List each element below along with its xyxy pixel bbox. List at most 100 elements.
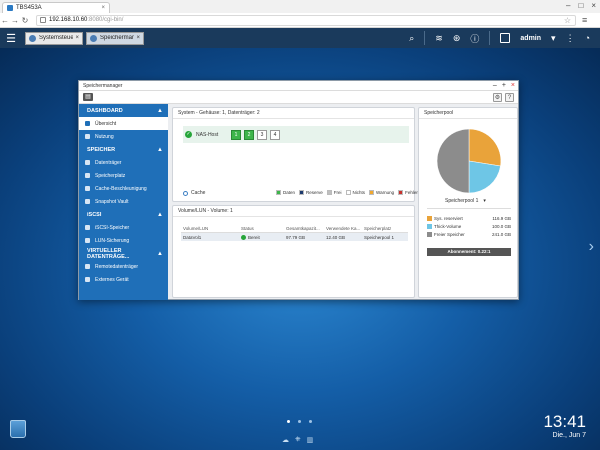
sidebar-item-iscsi-storage[interactable]: iSCSI-Speicher [79, 221, 168, 234]
chevron-up-icon[interactable]: ▲ [157, 212, 163, 218]
cache-icon [85, 186, 90, 191]
browser-menu-icon[interactable]: ≡ [582, 15, 587, 25]
page-dot[interactable] [287, 420, 290, 423]
user-caret-icon[interactable]: ▾ [551, 33, 556, 44]
disk-bay[interactable]: 4 [270, 129, 280, 140]
storage-pool-panel: Speicherpool Speicherpool 1 ▾ Sys. reser… [418, 107, 518, 298]
book-icon[interactable]: ▥ [307, 436, 314, 444]
storage-manager-icon [90, 34, 97, 42]
divider [489, 31, 491, 45]
sidebar-section-dashboard[interactable]: DASHBOARD ▲ [79, 104, 168, 117]
host-label: NAS-Host [196, 131, 219, 138]
nas-host-row[interactable]: ✓ NAS-Host 1 2 3 4 [183, 126, 409, 143]
pool-legend-row: Sys. reserviert 116.9 GB [427, 214, 511, 222]
window-titlebar[interactable]: Speichermanager – + × [79, 81, 518, 91]
app-tab-control-panel[interactable]: Systemsteuerun... × [25, 31, 83, 45]
pool-selector[interactable]: Speicherpool 1 ▾ [445, 198, 486, 204]
main-menu-icon[interactable]: ☰ [0, 32, 22, 45]
disk-icon [85, 160, 90, 165]
chevron-up-icon[interactable]: ▲ [157, 251, 163, 257]
minimize-icon[interactable]: – [566, 1, 570, 10]
dashboard-icon[interactable]: ◔ [585, 33, 590, 43]
forward-icon[interactable]: → [10, 16, 20, 25]
disk-bay[interactable]: 3 [257, 129, 267, 140]
sidebar-item-storage-space[interactable]: Speicherplatz [79, 169, 168, 182]
toolbar-menu-icon[interactable]: ▤ [83, 93, 93, 101]
maximize-icon[interactable]: □ [578, 1, 583, 10]
sidebar-section-iscsi[interactable]: iSCSI ▲ [79, 208, 168, 221]
cache-row[interactable]: Cache [183, 190, 205, 196]
browser-tab[interactable]: TBS453A × [2, 2, 110, 13]
column-header[interactable]: Gesamtkapazit... [286, 226, 326, 231]
background-tasks-icon[interactable]: ≋ [435, 33, 443, 44]
close-icon[interactable]: × [136, 35, 140, 41]
bookmark-star-icon[interactable]: ☆ [564, 16, 571, 25]
sidebar-section-virtual-disks[interactable]: VIRTUELLER DATENTRÄGE... ▲ [79, 247, 168, 260]
maximize-icon[interactable]: + [502, 82, 506, 89]
sidebar-item-snapshot-vault[interactable]: Snapshot Vault [79, 195, 168, 208]
subscription-status: Abonnement: 0.22:1 [427, 248, 511, 256]
url-path: :8080/cgi-bin/ [87, 17, 124, 23]
sidebar-section-storage[interactable]: SPEICHER ▲ [79, 143, 168, 156]
myqnapcloud-icon[interactable]: ⊛ [453, 33, 461, 44]
user-avatar-icon[interactable] [500, 33, 511, 43]
overview-icon [85, 121, 90, 126]
column-header[interactable]: Speicherplatz [364, 226, 408, 231]
sidebar-item-label: Nutzung [95, 133, 114, 140]
reload-icon[interactable]: ↻ [20, 16, 30, 25]
sidebar-item-label: Remotedatenträger [95, 263, 139, 270]
recycle-bin-icon[interactable] [10, 420, 26, 438]
lun-backup-icon [85, 238, 90, 243]
cloud-icon[interactable]: ☁ [282, 436, 289, 444]
close-window-icon[interactable]: × [591, 1, 596, 10]
search-icon[interactable]: ⌕ [409, 33, 414, 44]
volume-pool: Speicherpool 1 [364, 234, 395, 240]
pool-legend-row: Thick-Volume 100.0 GB [427, 222, 511, 230]
url-input[interactable]: 192.168.10.60 :8080/cgi-bin/ ☆ [36, 14, 576, 26]
selected-pool: Speicherpool 1 [445, 198, 479, 204]
page-dot[interactable] [298, 420, 301, 423]
sidebar-item-usage[interactable]: Nutzung [79, 130, 168, 143]
table-row[interactable]: DataVol1 Bereit 97.79 GB 12.40 GB Speich… [181, 233, 408, 241]
page-dot[interactable] [309, 420, 312, 423]
legend-item: Frei [326, 190, 342, 195]
pool-pie-chart [436, 128, 502, 194]
legend-swatch [427, 223, 432, 229]
info-icon[interactable]: ⓘ [470, 32, 479, 45]
settings-icon[interactable]: ⚙ [493, 92, 502, 102]
toolbar-right: ⚙ ? [493, 92, 514, 102]
sidebar-item-label: Speicherplatz [95, 172, 126, 179]
next-page-arrow-icon[interactable]: › [589, 238, 594, 256]
legend-swatch [398, 190, 404, 195]
sidebar-item-disks[interactable]: Datenträger [79, 156, 168, 169]
url-host: 192.168.10.60 [49, 17, 88, 23]
legend-label: Warnung [376, 190, 395, 195]
sidebar-item-lun-backup[interactable]: LUN-Sicherung [79, 234, 168, 247]
column-header[interactable]: Verwendete Ka... [326, 226, 364, 231]
help-icon[interactable]: ? [505, 92, 514, 102]
app-tab-storage-manager[interactable]: Speichermanag... × [86, 31, 144, 45]
sidebar-item-external-device[interactable]: Externes Gerät [79, 273, 168, 286]
column-header[interactable]: Volume/LUN [181, 226, 241, 231]
minimize-icon[interactable]: – [493, 82, 497, 89]
link-icon[interactable]: ⎈ [295, 436, 301, 444]
sidebar-item-overview[interactable]: Übersicht [79, 117, 168, 130]
back-icon[interactable]: ← [0, 16, 10, 25]
chevron-up-icon[interactable]: ▲ [157, 147, 163, 153]
sidebar-item-remote-disk[interactable]: Remotedatenträger [79, 260, 168, 273]
sidebar-item-cache-acceleration[interactable]: Cache-Beschleunigung [79, 182, 168, 195]
more-options-icon[interactable]: ⋮ [566, 33, 575, 44]
close-icon[interactable]: × [511, 82, 515, 89]
disk-bay[interactable]: 1 [231, 129, 241, 140]
legend-item: Warnung [369, 190, 394, 195]
column-header[interactable]: Status [241, 226, 286, 231]
close-icon[interactable]: × [75, 35, 79, 41]
system-panel: System - Gehäuse: 1, Datenträger: 2 ✓ NA… [172, 107, 418, 202]
window-buttons: – + × [493, 82, 518, 89]
remote-disk-icon [85, 264, 90, 269]
chevron-up-icon[interactable]: ▲ [157, 108, 163, 114]
section-label: SPEICHER [87, 146, 116, 153]
disk-bay[interactable]: 2 [244, 129, 254, 140]
username-label[interactable]: admin [520, 35, 541, 42]
close-tab-icon[interactable]: × [101, 5, 105, 11]
